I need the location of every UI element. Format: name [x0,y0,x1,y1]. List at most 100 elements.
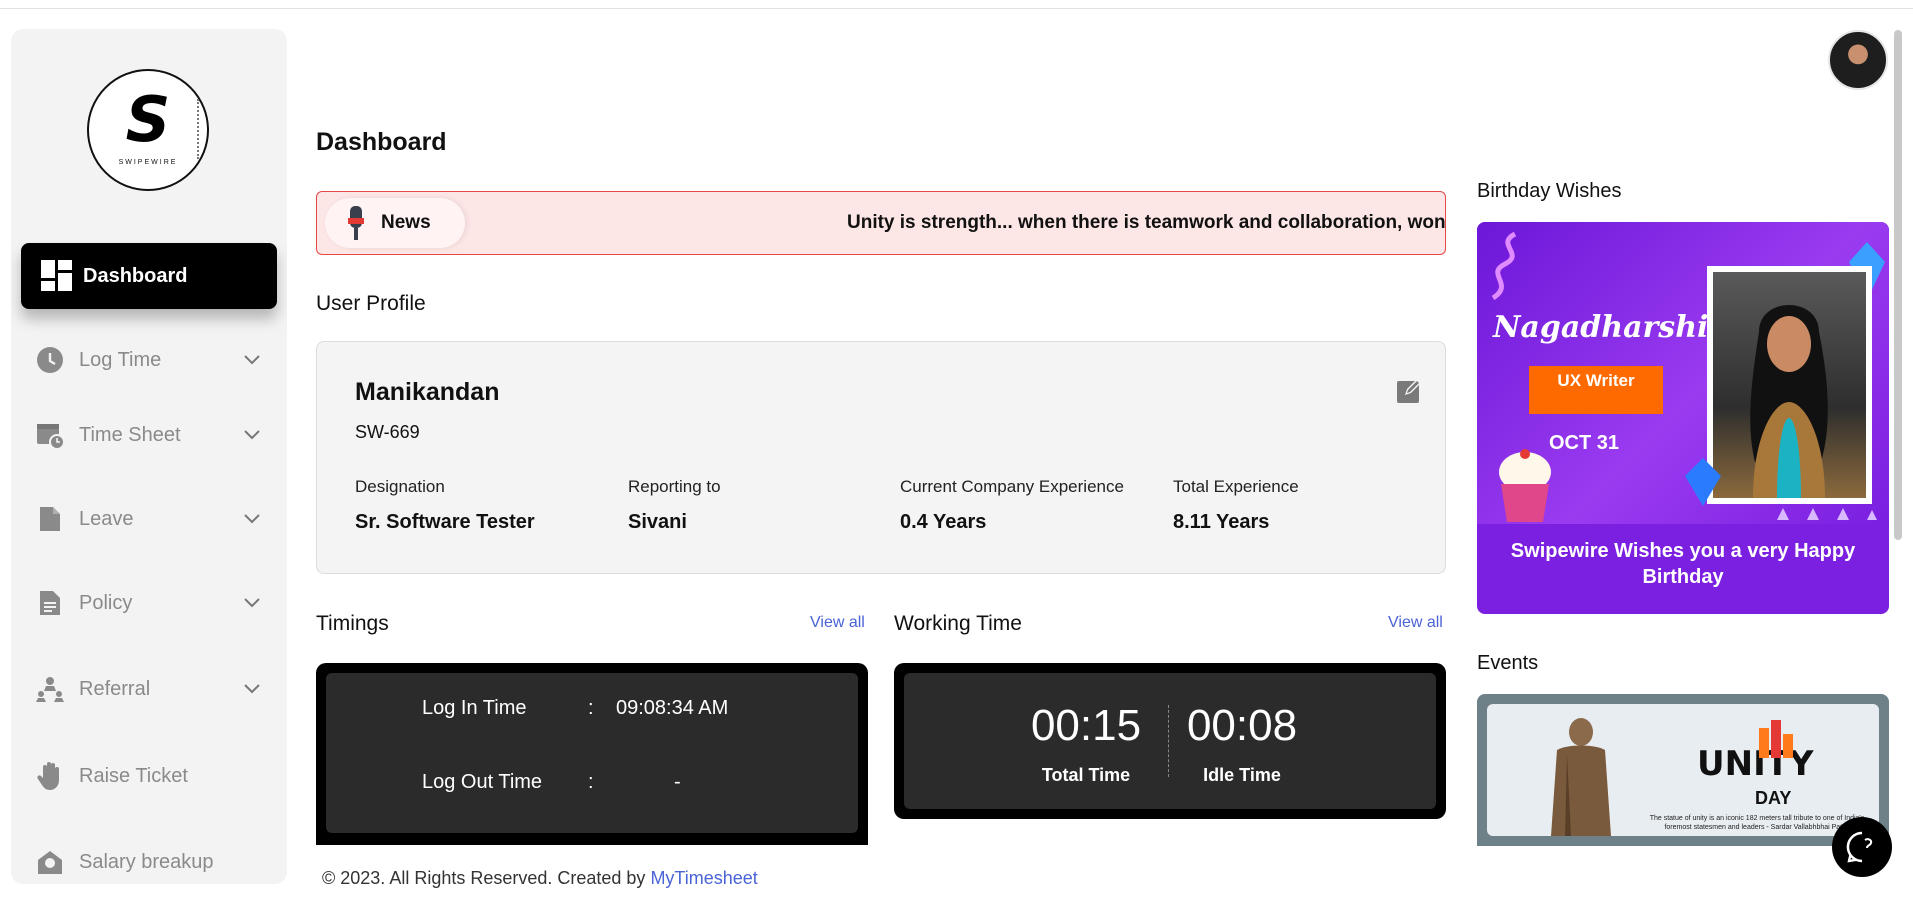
sidebar-item-time-sheet[interactable]: Time Sheet [21,410,277,460]
footer: © 2023. All Rights Reserved. Created by … [322,868,758,889]
event-subtitle: DAY [1755,788,1792,808]
sidebar-item-label: Time Sheet [79,423,181,446]
event-banner: UNITY DAY The statue of unity is an icon… [1487,704,1879,836]
user-profile-card: Manikandan SW-669 Designation Sr. Softwa… [316,341,1446,574]
cupcake-decoration [1499,449,1551,522]
user-profile-heading: User Profile [316,292,426,315]
field-value: Sr. Software Tester [355,511,535,533]
document-icon [35,504,65,534]
dashboard-icon [41,260,73,292]
birthday-date: OCT 31 [1549,432,1620,454]
logout-time-label: Log Out Time [422,771,543,793]
field-label: Current Company Experience [900,477,1124,496]
birthday-heading: Birthday Wishes [1477,180,1622,202]
field-value: 0.4 Years [900,511,987,533]
sidebar-item-raise-ticket[interactable]: Raise Ticket [21,751,277,801]
timings-heading: Timings [316,612,389,635]
sidebar: S SWIPEWIRE Dashboard Log Time Time Shee… [11,29,287,884]
crystal-decoration [1685,458,1721,506]
profile-name: Manikandan [355,378,500,406]
company-logo[interactable]: S SWIPEWIRE [87,69,209,191]
event-card: UNITY DAY The statue of unity is an icon… [1477,694,1889,846]
footer-link[interactable]: MyTimesheet [650,868,757,888]
sidebar-item-label: Policy [79,591,133,614]
flag-decoration [1759,720,1793,758]
logout-separator: : [588,771,594,793]
page-title: Dashboard [316,128,447,156]
sidebar-item-leave[interactable]: Leave [21,494,277,544]
logout-time-value: - [674,771,681,793]
sidebar-item-label: Referral [79,677,151,700]
hand-icon [35,761,65,791]
news-tag: News [325,198,465,248]
news-ticker: News Unity is strength... when there is … [316,191,1446,255]
user-avatar[interactable] [1828,30,1888,90]
field-label: Total Experience [1173,477,1299,496]
time-divider [1168,705,1169,777]
edit-icon[interactable] [1395,376,1425,406]
idle-time-value: 00:08 [1186,701,1298,750]
login-time-value: 09:08:34 AM [616,697,729,719]
total-time-value: 00:15 [1030,701,1142,750]
scrollbar[interactable] [1894,30,1902,540]
person-silhouette [1750,305,1828,498]
sidebar-item-policy[interactable]: Policy [21,578,277,628]
working-time-heading: Working Time [894,612,1022,635]
working-time-inner: 00:15 Total Time 00:08 Idle Time [904,673,1436,809]
field-label: Reporting to [628,477,721,496]
birthday-banner: Nagadharshini UX Writer OCT 31 [1477,222,1889,524]
chat-icon [1846,831,1873,863]
timings-card: Log In Time : 09:08:34 AM Log Out Time :… [316,663,868,845]
profile-field-company-experience: Current Company Experience 0.4 Years [900,477,1124,534]
chevron-down-icon[interactable] [237,588,267,618]
triangle-decoration [1777,508,1877,520]
ribbon-decoration [1491,232,1517,301]
chat-button[interactable] [1832,817,1892,877]
sidebar-item-label: Log Time [79,348,162,371]
news-label: News [381,212,431,233]
working-time-view-all-link[interactable]: View all [1388,614,1443,632]
news-text: Unity is strength... when there is teamw… [847,212,1446,233]
footer-text: © 2023. All Rights Reserved. Created by [322,868,651,888]
idle-time-label: Idle Time [1203,765,1281,785]
news-microphone-icon [347,205,365,241]
logo-arc-decoration [196,99,199,159]
birthday-person-name: Nagadharshini [1493,310,1742,345]
field-value: 8.11 Years [1173,511,1270,533]
sidebar-item-referral[interactable]: Referral [21,664,277,714]
timings-inner: Log In Time : 09:08:34 AM Log Out Time :… [326,673,858,833]
sidebar-item-salary-breakup[interactable]: Salary breakup [21,837,277,884]
events-heading: Events [1477,652,1539,674]
calendar-clock-icon [35,420,65,450]
login-time-label: Log In Time [422,697,527,719]
profile-field-designation: Designation Sr. Software Tester [355,477,535,534]
statue-image [1551,718,1611,836]
profile-employee-id: SW-669 [355,422,420,442]
timings-view-all-link[interactable]: View all [810,614,865,632]
field-value: Sivani [628,511,687,533]
login-separator: : [588,697,594,719]
birthday-message: Swipewire Wishes you a very Happy Birthd… [1510,540,1856,588]
chevron-down-icon[interactable] [237,504,267,534]
salary-envelope-icon [35,847,65,877]
sidebar-item-log-time[interactable]: Log Time [21,335,277,385]
profile-field-reporting-to: Reporting to Sivani [628,477,721,534]
sidebar-item-dashboard[interactable]: Dashboard [21,243,277,309]
birthday-photo-image [1713,272,1866,498]
sidebar-item-label: Raise Ticket [79,764,188,787]
chevron-down-icon[interactable] [237,345,267,375]
profile-field-total-experience: Total Experience 8.11 Years [1173,477,1299,534]
sidebar-item-label: Dashboard [83,264,188,287]
sidebar-item-label: Salary breakup [79,850,214,873]
sidebar-item-label: Leave [79,507,134,530]
top-divider [0,8,1913,9]
birthday-card: Nagadharshini UX Writer OCT 31 Swipewire… [1477,222,1889,614]
chevron-down-icon[interactable] [237,674,267,704]
chevron-down-icon[interactable] [237,420,267,450]
logo-wordmark: SWIPEWIRE [118,159,178,166]
field-label: Designation [355,477,445,496]
total-time-label: Total Time [1041,765,1131,785]
birthday-photo [1707,266,1872,504]
clock-icon [35,345,65,375]
referral-people-icon [35,674,65,704]
